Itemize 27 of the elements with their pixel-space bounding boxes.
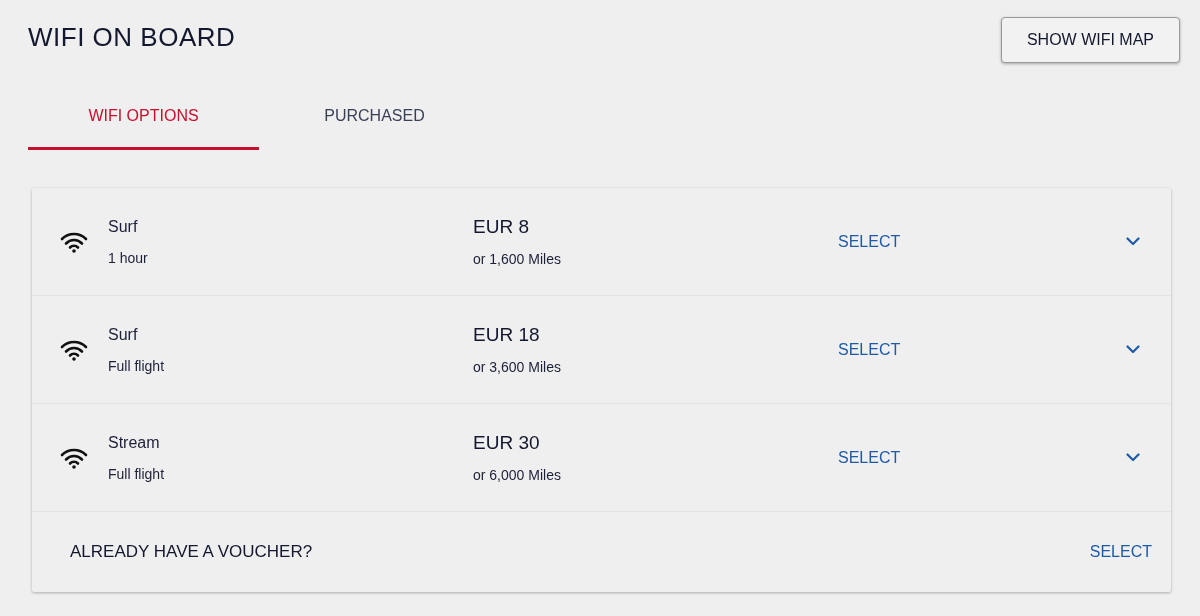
plan-miles: or 1,600 Miles — [473, 249, 561, 268]
plan-duration: Full flight — [108, 464, 165, 483]
tab[interactable]: WIFI OPTIONS — [28, 91, 259, 150]
page-title: WIFI ON BOARD — [28, 22, 236, 52]
plan-price: EUR 18 — [473, 323, 540, 346]
select-link[interactable]: SELECT — [838, 448, 901, 467]
plan-name: Stream — [108, 432, 160, 453]
select-link[interactable]: SELECT — [838, 232, 901, 251]
plan-name: Surf — [108, 216, 138, 237]
plan-name: Surf — [108, 324, 138, 345]
plan-duration: 1 hour — [108, 248, 148, 267]
chevron-down-icon[interactable] — [1126, 345, 1140, 354]
voucher-label: ALREADY HAVE A VOUCHER? — [70, 542, 313, 562]
wifi-icon — [60, 230, 88, 253]
show-wifi-map-button[interactable]: SHOW WIFI MAP — [1001, 17, 1180, 63]
voucher-select-link[interactable]: SELECT — [1089, 543, 1152, 561]
chevron-down-icon[interactable] — [1126, 237, 1140, 246]
select-link[interactable]: SELECT — [838, 340, 901, 359]
wifi-icon — [60, 338, 88, 361]
plan-price: EUR 8 — [473, 215, 529, 238]
plan-miles: or 6,000 Miles — [473, 465, 561, 484]
plan-miles: or 3,600 Miles — [473, 357, 561, 376]
chevron-down-icon[interactable] — [1126, 453, 1140, 462]
tab[interactable]: PURCHASED — [259, 91, 490, 150]
wifi-icon — [60, 446, 88, 469]
plan-price: EUR 30 — [473, 431, 540, 454]
plan-duration: Full flight — [108, 356, 165, 375]
